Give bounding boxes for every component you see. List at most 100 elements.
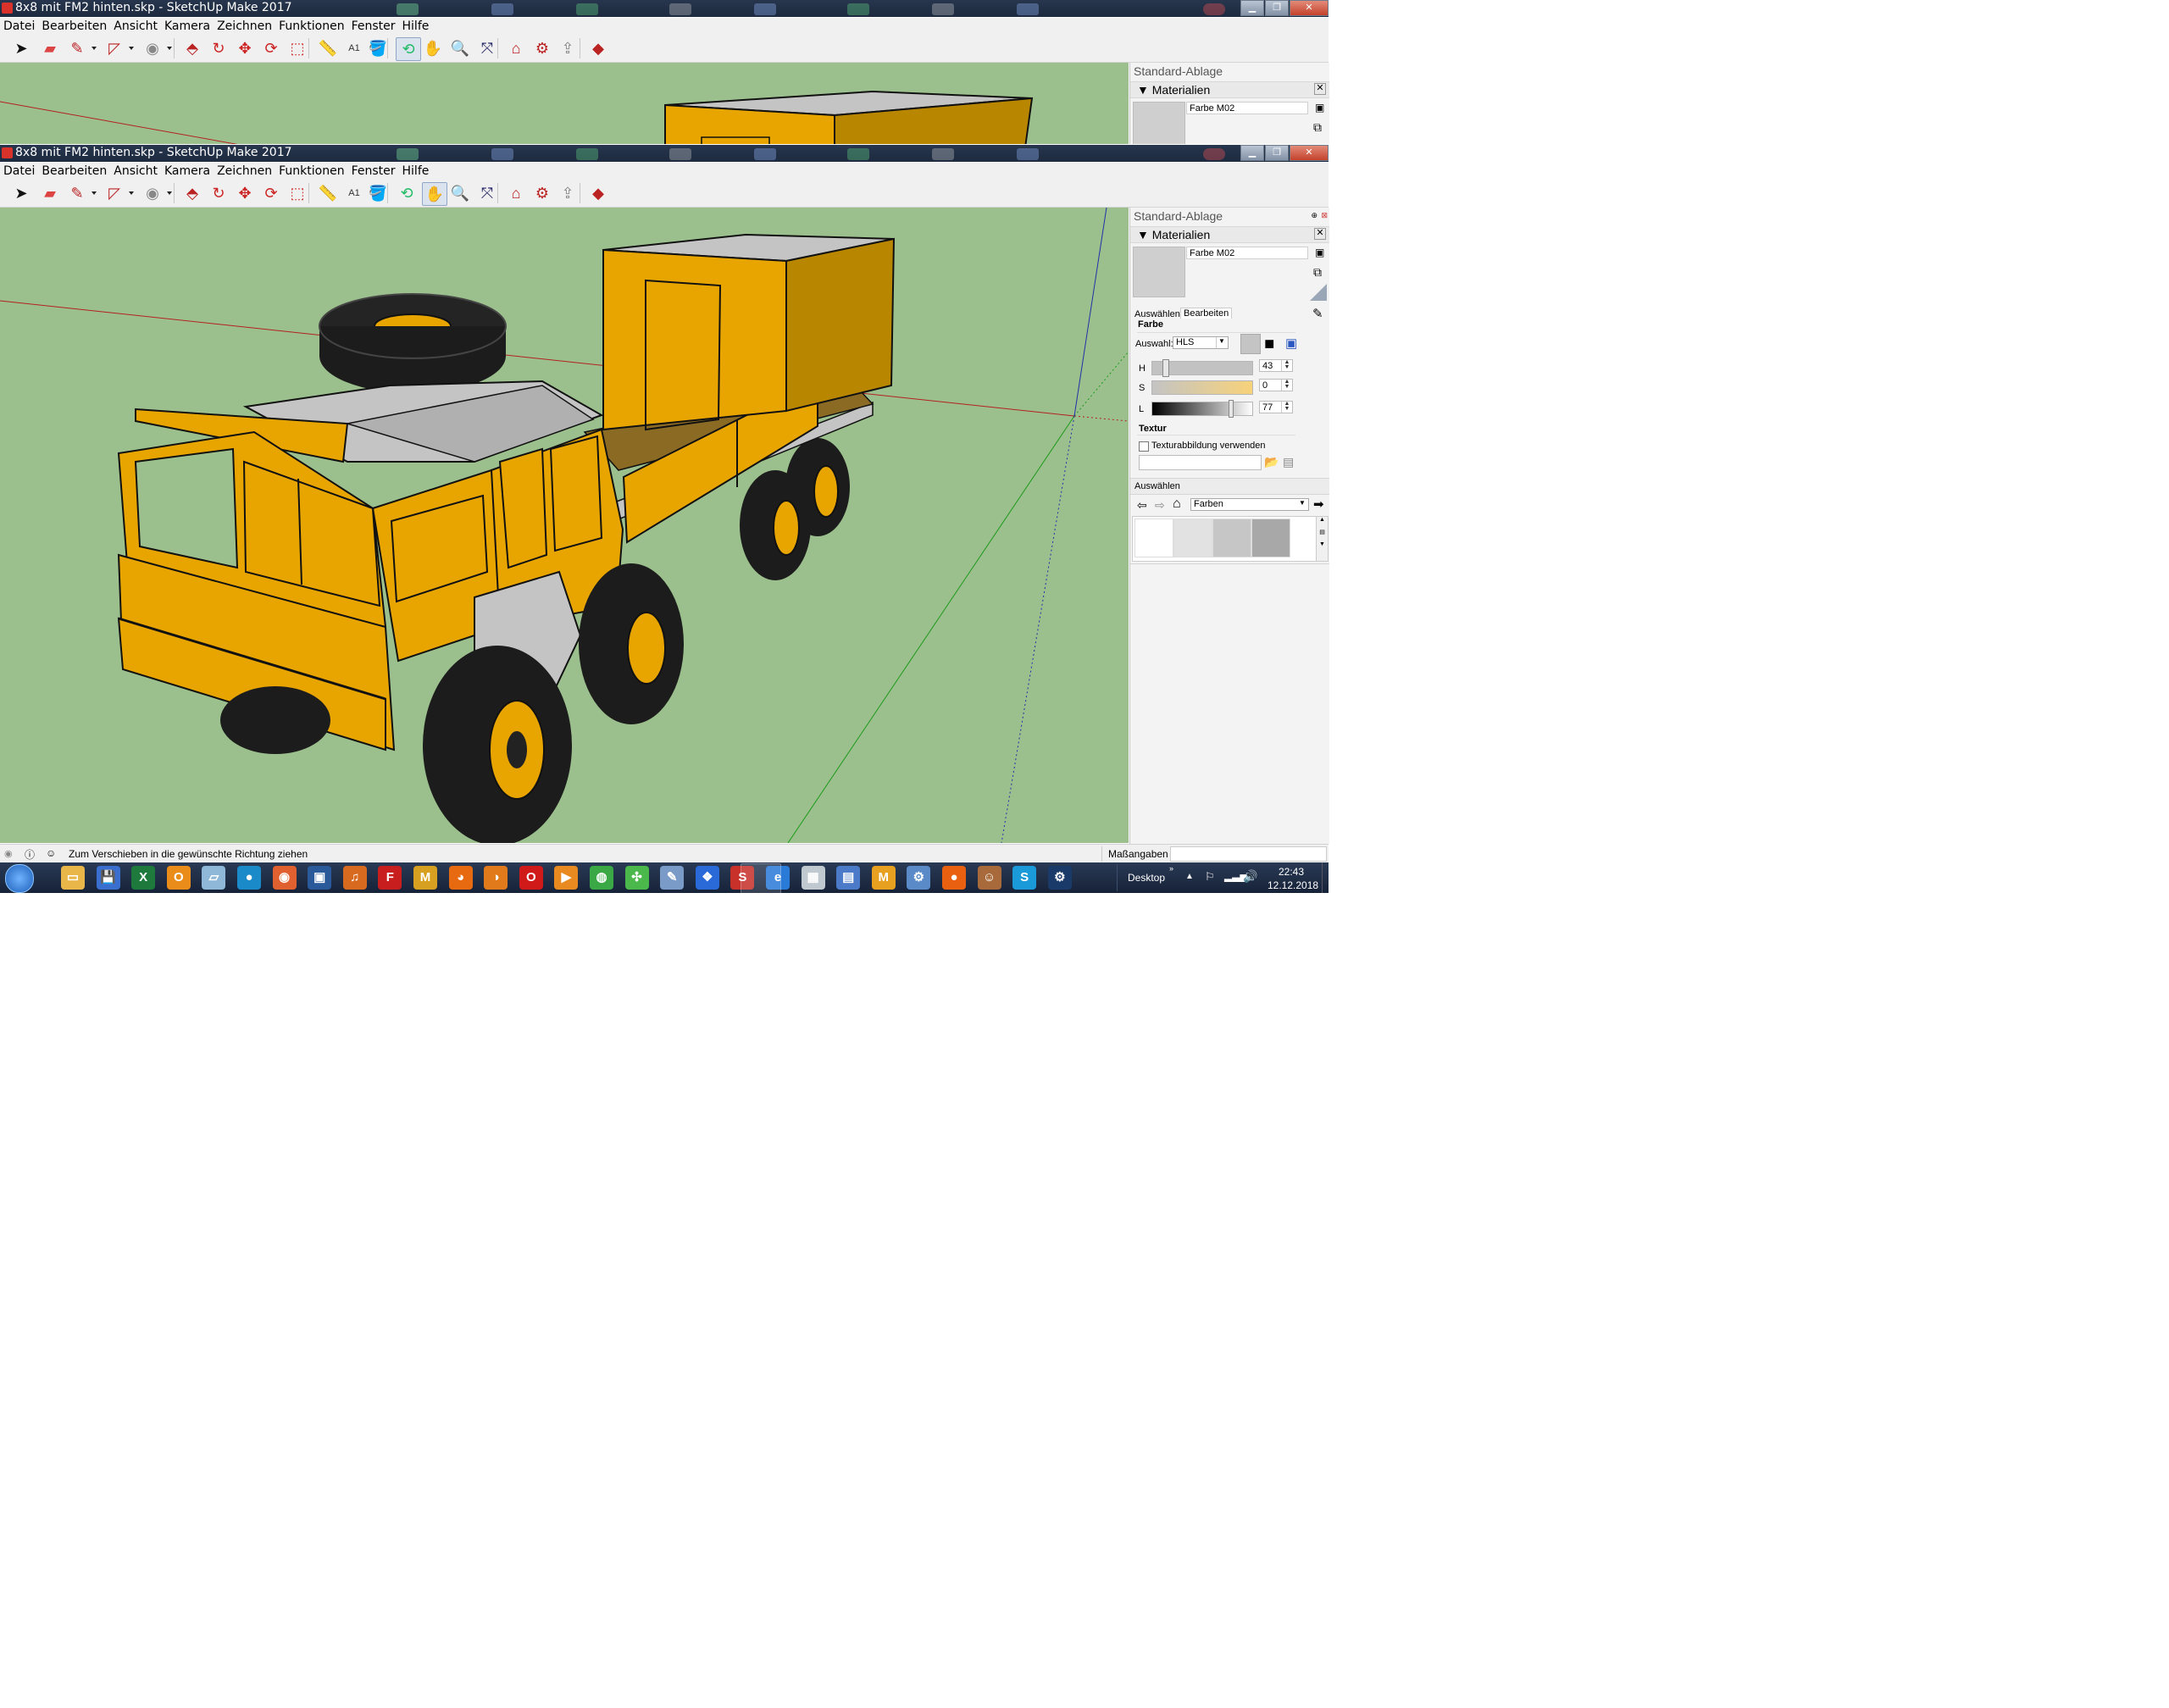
taskbar-video-icon[interactable]: ▣ [308, 866, 332, 890]
eraser-tool-icon[interactable]: ▰ [39, 37, 61, 59]
window-title-bar[interactable]: 8x8 mit FM2 hinten.skp - SketchUp Make 2… [0, 145, 1329, 162]
zoom-tool-icon[interactable]: 🔍 [449, 37, 471, 59]
dropdown-arrow-icon[interactable] [167, 47, 172, 50]
dropdown-arrow-icon[interactable] [92, 47, 97, 50]
back-arrow-icon[interactable]: ⇦ [1137, 498, 1147, 513]
text-tool-icon[interactable]: A1 [343, 182, 365, 204]
extension-warehouse-icon[interactable]: ⚙ [531, 37, 553, 59]
taskbar-avatar-icon[interactable]: ☺ [977, 866, 1001, 890]
viewport-3d[interactable] [0, 208, 1129, 843]
pan-tool-icon[interactable]: ✋ [422, 37, 444, 59]
taskbar-firefox-icon[interactable]: ◕ [448, 866, 473, 890]
menu-fenster[interactable]: Fenster [348, 18, 399, 33]
material-name-field[interactable]: Farbe M02 [1186, 102, 1308, 114]
paint-bucket-tool-icon[interactable]: 🪣 [367, 182, 389, 204]
swatch-light-grey[interactable] [1173, 518, 1212, 557]
restore-button[interactable]: ❐ [1265, 0, 1289, 16]
taskbar-mail-icon[interactable]: M [871, 866, 896, 890]
swatch-white[interactable] [1134, 518, 1173, 557]
close-button[interactable]: ✕ [1290, 0, 1329, 16]
details-icon[interactable]: ▣ [1315, 247, 1324, 258]
chevron-icon[interactable]: » [1169, 864, 1173, 873]
action-center-icon[interactable]: ⚐ [1205, 870, 1215, 884]
orbit-tool-icon[interactable]: ⟲ [396, 37, 421, 61]
taskbar-player-icon[interactable]: ▶ [554, 866, 579, 890]
menu-ansicht[interactable]: Ansicht [110, 18, 161, 33]
volume-icon[interactable]: 🔊 [1243, 869, 1257, 884]
lightness-slider-thumb[interactable] [1229, 400, 1234, 418]
menu-datei[interactable]: Datei [0, 18, 38, 33]
spinner-arrows-icon[interactable]: ▲ ▼ [1281, 359, 1292, 371]
taskbar-media-icon[interactable]: ◑ [484, 866, 508, 890]
taskbar-save-icon[interactable]: 💾 [96, 866, 120, 890]
warehouse-icon[interactable]: ⌂ [505, 182, 527, 204]
rotate-tool-icon[interactable]: ⟳ [260, 37, 282, 59]
window-title-bar-back[interactable]: 8x8 mit FM2 hinten.skp - SketchUp Make 2… [0, 0, 1329, 17]
taskbar-outlook-icon[interactable]: O [166, 866, 191, 890]
menu-fenster[interactable]: Fenster [348, 163, 399, 178]
taskbar-excel-icon[interactable]: X [131, 866, 156, 890]
orbit-tool-icon[interactable]: ⟲ [396, 182, 418, 204]
geo-location-icon[interactable]: ◉ [4, 848, 13, 859]
show-hidden-icons[interactable]: ▲ [1185, 872, 1194, 881]
materials-panel-header[interactable]: ▼ Materialien ✕ [1130, 81, 1329, 98]
close-panel-icon[interactable]: ✕ [1314, 83, 1326, 95]
forward-arrow-icon[interactable]: ⇨ [1155, 498, 1165, 513]
match-model-color-icon[interactable]: ◼ [1264, 336, 1274, 351]
library-select[interactable]: Farben ▼ [1190, 498, 1309, 511]
move-tool-icon[interactable]: ✥ [234, 37, 256, 59]
home-icon[interactable]: ⌂ [1173, 496, 1181, 512]
menu-datei[interactable]: Datei [0, 163, 38, 178]
texture-checkbox[interactable] [1139, 441, 1149, 452]
hue-value-field[interactable]: 43 ▲ ▼ [1259, 359, 1293, 372]
taskbar-opera-icon[interactable]: O [519, 866, 543, 890]
menu-hilfe[interactable]: Hilfe [399, 163, 433, 178]
close-tray-icon[interactable]: ⊠ [1321, 211, 1328, 220]
start-button[interactable] [5, 864, 34, 893]
tape-measure-tool-icon[interactable]: 📏 [317, 37, 339, 59]
default-material-icon[interactable] [1310, 284, 1327, 301]
material-name-field[interactable]: Farbe M02 [1186, 247, 1308, 259]
swatch-dark-grey[interactable] [1251, 518, 1290, 557]
taskbar-paint-icon[interactable]: ✎ [660, 866, 685, 890]
taskbar-browser-icon[interactable]: ● [237, 866, 261, 890]
arc-tool-icon[interactable]: ◸ [103, 182, 125, 204]
taskbar-viewer-icon[interactable]: ◉ [272, 866, 297, 890]
minimize-button[interactable]: ▁ [1240, 0, 1264, 16]
taskbar-m-icon[interactable]: M [413, 866, 437, 890]
dropdown-arrow-icon[interactable] [129, 191, 134, 195]
match-screen-color-icon[interactable]: ▣ [1285, 336, 1297, 351]
create-material-icon[interactable]: ⧉ [1313, 120, 1322, 135]
zoom-tool-icon[interactable]: 🔍 [449, 182, 471, 204]
menu-funktionen[interactable]: Funktionen [275, 163, 347, 178]
restore-button[interactable]: ❐ [1265, 145, 1289, 161]
menu-funktionen[interactable]: Funktionen [275, 18, 347, 33]
taskbar-skype-icon[interactable]: S [1012, 866, 1037, 890]
show-desktop-button[interactable] [1322, 862, 1329, 893]
measurements-field[interactable] [1170, 846, 1327, 862]
create-material-icon[interactable]: ⧉ [1313, 265, 1322, 280]
menu-kamera[interactable]: Kamera [161, 163, 214, 178]
menu-zeichnen[interactable]: Zeichnen [214, 18, 275, 33]
dropdown-arrow-icon[interactable] [129, 47, 134, 50]
details-icon[interactable]: ▣ [1315, 102, 1324, 114]
taskbar-fox-icon[interactable]: ● [942, 866, 966, 890]
rotate-tool-icon[interactable]: ⟳ [260, 182, 282, 204]
ruby-extension-icon[interactable]: ◆ [587, 182, 609, 204]
taskbar-dropbox-icon[interactable]: ❖ [695, 866, 719, 890]
texture-file-field[interactable] [1139, 455, 1262, 470]
info-icon[interactable]: ⓘ [25, 847, 35, 862]
zoom-extents-tool-icon[interactable]: ⤧ [476, 182, 498, 204]
spinner-arrows-icon[interactable]: ▲ ▼ [1281, 379, 1292, 391]
clock-time[interactable]: 22:43 [1279, 866, 1304, 878]
lightness-value-field[interactable]: 77 ▲ ▼ [1259, 401, 1293, 413]
share-model-icon[interactable]: ⇪ [557, 182, 579, 204]
arc-tool-icon[interactable]: ◸ [103, 37, 125, 59]
select-tool-icon[interactable]: ➤ [10, 37, 32, 59]
taskbar-chrome-icon[interactable]: ◍ [590, 866, 613, 890]
shape-tool-icon[interactable]: ◉ [141, 182, 164, 204]
ruby-extension-icon[interactable]: ◆ [587, 37, 609, 59]
tape-measure-tool-icon[interactable]: 📏 [317, 182, 339, 204]
taskbar-music-icon[interactable]: ♫ [342, 866, 367, 890]
taskbar-steam-icon[interactable]: ⚙ [1047, 866, 1072, 890]
